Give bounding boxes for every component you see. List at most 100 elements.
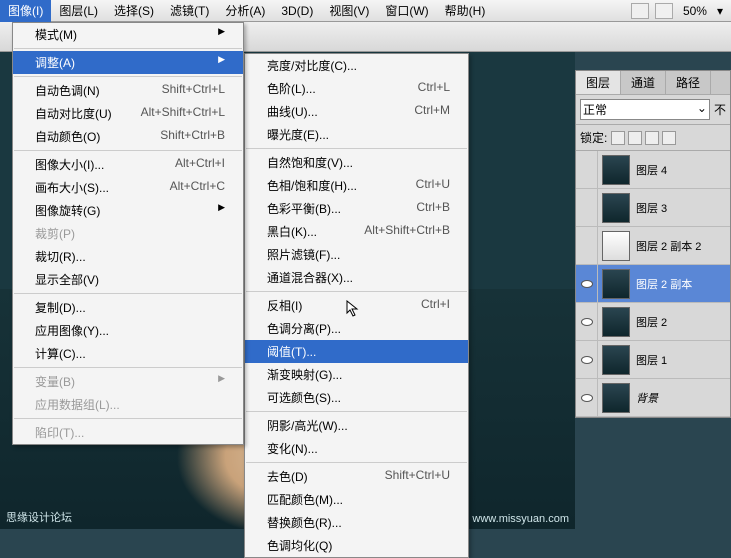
adjust-menu-item-6[interactable]: 色相/饱和度(H)...Ctrl+U	[245, 174, 468, 197]
image-menu-item-19: 变量(B)▶	[13, 370, 243, 393]
adjust-menu-item-9[interactable]: 照片滤镜(F)...	[245, 243, 468, 266]
adjust-menu-item-15[interactable]: 渐变映射(G)...	[245, 363, 468, 386]
menu-help[interactable]: 帮助(H)	[437, 0, 494, 22]
visibility-toggle[interactable]	[576, 379, 598, 416]
adjust-menu-item-5[interactable]: 自然饱和度(V)...	[245, 151, 468, 174]
lock-label: 锁定:	[580, 129, 607, 146]
adjust-menu-item-2[interactable]: 曲线(U)...Ctrl+M	[245, 100, 468, 123]
menu-view[interactable]: 视图(V)	[321, 0, 377, 22]
layer-name[interactable]: 图层 4	[634, 162, 730, 178]
layer-row-4[interactable]: 图层 2	[576, 303, 730, 341]
adjust-menu-item-13[interactable]: 色调分离(P)...	[245, 317, 468, 340]
zoom-level[interactable]: 50%	[679, 4, 711, 18]
visibility-toggle[interactable]	[576, 227, 598, 264]
lock-all-icon[interactable]	[662, 131, 676, 145]
menu-select[interactable]: 选择(S)	[106, 0, 162, 22]
layer-name[interactable]: 图层 3	[634, 200, 730, 216]
layer-row-6[interactable]: 背景	[576, 379, 730, 417]
watermark-right: www.missyuan.com	[472, 513, 569, 525]
image-menu-item-10[interactable]: 图像旋转(G)▶	[13, 199, 243, 222]
adjust-menu-item-14[interactable]: 阈值(T)...	[245, 340, 468, 363]
blend-mode-select[interactable]: 正常 ⌄	[580, 99, 710, 120]
layer-row-5[interactable]: 图层 1	[576, 341, 730, 379]
layer-name[interactable]: 图层 2 副本	[634, 276, 730, 292]
menubar: 图像(I) 图层(L) 选择(S) 滤镜(T) 分析(A) 3D(D) 视图(V…	[0, 0, 731, 22]
layer-thumbnail[interactable]	[602, 193, 630, 223]
image-menu-item-12[interactable]: 裁切(R)...	[13, 245, 243, 268]
image-menu-item-22: 陷印(T)...	[13, 421, 243, 444]
toolbar-icon-1[interactable]	[631, 3, 649, 19]
adjust-menu-item-21[interactable]: 去色(D)Shift+Ctrl+U	[245, 465, 468, 488]
visibility-toggle[interactable]	[576, 151, 598, 188]
visibility-toggle[interactable]	[576, 341, 598, 378]
watermark-left: 思缘设计论坛	[6, 509, 72, 525]
adjust-menu-item-22[interactable]: 匹配颜色(M)...	[245, 488, 468, 511]
menu-filter[interactable]: 滤镜(T)	[162, 0, 217, 22]
adjust-menu-item-19[interactable]: 变化(N)...	[245, 437, 468, 460]
image-menu-item-5[interactable]: 自动对比度(U)Alt+Shift+Ctrl+L	[13, 102, 243, 125]
tab-channels[interactable]: 通道	[621, 71, 666, 94]
adjust-menu-item-18[interactable]: 阴影/高光(W)...	[245, 414, 468, 437]
tab-paths[interactable]: 路径	[666, 71, 711, 94]
tab-layers[interactable]: 图层	[576, 71, 621, 94]
adjust-menu-item-1[interactable]: 色阶(L)...Ctrl+L	[245, 77, 468, 100]
chevron-down-icon[interactable]: ▾	[717, 4, 723, 18]
layer-name[interactable]: 图层 2	[634, 314, 730, 330]
blend-mode-value: 正常	[583, 101, 607, 118]
menu-layer[interactable]: 图层(L)	[51, 0, 106, 22]
visibility-toggle[interactable]	[576, 265, 598, 302]
adjust-menu-item-7[interactable]: 色彩平衡(B)...Ctrl+B	[245, 197, 468, 220]
image-menu-item-0[interactable]: 模式(M)▶	[13, 23, 243, 46]
layer-row-2[interactable]: 图层 2 副本 2	[576, 227, 730, 265]
image-menu-item-13[interactable]: 显示全部(V)	[13, 268, 243, 291]
layer-thumbnail[interactable]	[602, 155, 630, 185]
layer-thumbnail[interactable]	[602, 383, 630, 413]
opacity-label: 不	[714, 101, 726, 118]
image-menu-item-4[interactable]: 自动色调(N)Shift+Ctrl+L	[13, 79, 243, 102]
image-menu-item-6[interactable]: 自动颜色(O)Shift+Ctrl+B	[13, 125, 243, 148]
image-menu-item-8[interactable]: 图像大小(I)...Alt+Ctrl+I	[13, 153, 243, 176]
layer-row-3[interactable]: 图层 2 副本	[576, 265, 730, 303]
image-menu-dropdown: 模式(M)▶ 调整(A)▶ 自动色调(N)Shift+Ctrl+L自动对比度(U)A…	[12, 22, 244, 445]
chevron-down-icon: ⌄	[697, 101, 707, 118]
eye-icon	[581, 394, 593, 402]
adjust-menu-item-23[interactable]: 替换颜色(R)...	[245, 511, 468, 534]
image-menu-item-9[interactable]: 画布大小(S)...Alt+Ctrl+C	[13, 176, 243, 199]
layers-panel: 图层 通道 路径 正常 ⌄ 不 锁定: 图层 4图层 3图层 2 副本 2图层 …	[575, 70, 731, 418]
layer-name[interactable]: 图层 2 副本 2	[634, 238, 730, 254]
eye-icon	[581, 356, 593, 364]
lock-transparent-icon[interactable]	[611, 131, 625, 145]
menu-image[interactable]: 图像(I)	[0, 0, 51, 22]
lock-pixels-icon[interactable]	[628, 131, 642, 145]
image-menu-item-17[interactable]: 计算(C)...	[13, 342, 243, 365]
layer-name[interactable]: 背景	[634, 390, 730, 406]
layer-thumbnail[interactable]	[602, 269, 630, 299]
image-menu-item-16[interactable]: 应用图像(Y)...	[13, 319, 243, 342]
layer-thumbnail[interactable]	[602, 231, 630, 261]
adjust-menu-item-10[interactable]: 通道混合器(X)...	[245, 266, 468, 289]
image-menu-item-20: 应用数据组(L)...	[13, 393, 243, 416]
toolbar-icon-2[interactable]	[655, 3, 673, 19]
layer-name[interactable]: 图层 1	[634, 352, 730, 368]
layer-row-0[interactable]: 图层 4	[576, 151, 730, 189]
menu-3d[interactable]: 3D(D)	[273, 1, 321, 21]
adjust-menu-item-16[interactable]: 可选颜色(S)...	[245, 386, 468, 409]
layer-thumbnail[interactable]	[602, 307, 630, 337]
image-menu-item-11: 裁剪(P)	[13, 222, 243, 245]
menu-window[interactable]: 窗口(W)	[377, 0, 436, 22]
menu-analysis[interactable]: 分析(A)	[217, 0, 273, 22]
eye-icon	[581, 280, 593, 288]
visibility-toggle[interactable]	[576, 303, 598, 340]
adjust-menu-item-8[interactable]: 黑白(K)...Alt+Shift+Ctrl+B	[245, 220, 468, 243]
eye-icon	[581, 318, 593, 326]
adjust-menu-item-0[interactable]: 亮度/对比度(C)...	[245, 54, 468, 77]
layers-list: 图层 4 图层 3 图层 2 副本 2 图层 2 副本图层 2 图层 1 背景	[576, 151, 730, 417]
adjust-menu-item-24[interactable]: 色调均化(Q)	[245, 534, 468, 557]
layer-thumbnail[interactable]	[602, 345, 630, 375]
lock-position-icon[interactable]	[645, 131, 659, 145]
image-menu-item-15[interactable]: 复制(D)...	[13, 296, 243, 319]
image-menu-item-2[interactable]: 调整(A)▶	[13, 51, 243, 74]
visibility-toggle[interactable]	[576, 189, 598, 226]
layer-row-1[interactable]: 图层 3	[576, 189, 730, 227]
adjust-menu-item-3[interactable]: 曝光度(E)...	[245, 123, 468, 146]
